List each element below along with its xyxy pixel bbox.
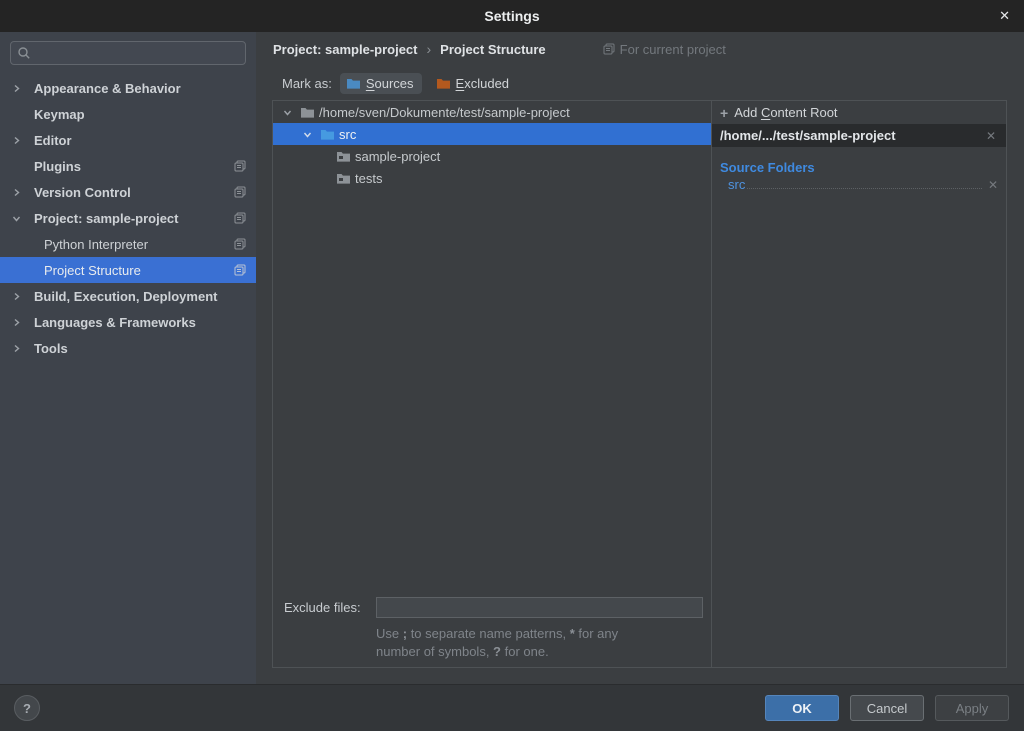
folder-icon xyxy=(335,148,351,164)
source-folder-row[interactable]: src ✕ xyxy=(712,177,1006,197)
chevron-down-icon[interactable] xyxy=(12,214,34,223)
chevron-right-icon[interactable] xyxy=(12,318,34,327)
breadcrumb-project[interactable]: Project: sample-project xyxy=(273,42,418,57)
chevron-right-icon[interactable] xyxy=(12,292,34,301)
tree-row-label: /home/sven/Dokumente/test/sample-project xyxy=(319,105,570,120)
main-content: Project: sample-project › Project Struct… xyxy=(256,32,1024,684)
sidebar-item-label: Tools xyxy=(34,341,68,356)
plus-icon: + xyxy=(720,105,728,121)
sidebar-item-label: Keymap xyxy=(34,107,85,122)
breadcrumb: Project: sample-project › Project Struct… xyxy=(256,32,1024,66)
exclude-files-section: Exclude files: Use ; to separate name pa… xyxy=(273,597,711,667)
remove-content-root-icon[interactable]: ✕ xyxy=(984,129,998,143)
folder-icon xyxy=(335,170,351,186)
per-project-settings-icon xyxy=(603,43,615,55)
close-icon[interactable]: ✕ xyxy=(995,0,1014,32)
mark-as-label: Mark as: xyxy=(282,76,332,91)
scope-indicator: For current project xyxy=(603,42,726,57)
project-structure-panel: /home/sven/Dokumente/test/sample-project… xyxy=(272,100,1007,668)
folder-icon xyxy=(299,104,315,120)
help-button[interactable]: ? xyxy=(14,695,40,721)
sidebar-item-tools[interactable]: Tools xyxy=(0,335,256,361)
source-folder-icon xyxy=(346,77,361,90)
mark-excluded-button[interactable]: Excluded xyxy=(430,73,517,94)
title-bar: Settings ✕ xyxy=(0,0,1024,32)
chevron-right-icon[interactable] xyxy=(12,188,34,197)
scope-label: For current project xyxy=(620,42,726,57)
per-project-settings-icon xyxy=(234,264,246,276)
settings-nav: Appearance & Behavior Keymap Editor Plug… xyxy=(0,75,256,361)
content-roots-pane: + Add Content Root /home/.../test/sample… xyxy=(712,101,1006,667)
tree-row-label: sample-project xyxy=(355,149,440,164)
sidebar-item-label: Plugins xyxy=(34,159,81,174)
chevron-right-icon[interactable] xyxy=(12,136,34,145)
tree-row-tests[interactable]: tests xyxy=(273,167,711,189)
sidebar-item-project-sample-project[interactable]: Project: sample-project xyxy=(0,205,256,231)
chevron-right-icon[interactable] xyxy=(12,84,34,93)
per-project-settings-icon xyxy=(234,160,246,172)
dialog-footer: ? OK Cancel Apply xyxy=(0,684,1024,731)
add-content-root-button[interactable]: + Add Content Root xyxy=(712,101,1006,124)
ok-button[interactable]: OK xyxy=(765,695,839,721)
apply-button[interactable]: Apply xyxy=(935,695,1009,721)
sidebar-item-keymap[interactable]: Keymap xyxy=(0,101,256,127)
per-project-settings-icon xyxy=(234,186,246,198)
tree-row-content-root[interactable]: /home/sven/Dokumente/test/sample-project xyxy=(273,101,711,123)
sidebar-item-version-control[interactable]: Version Control xyxy=(0,179,256,205)
sidebar-item-appearance-behavior[interactable]: Appearance & Behavior xyxy=(0,75,256,101)
cancel-button[interactable]: Cancel xyxy=(850,695,924,721)
dialog-title: Settings xyxy=(484,8,539,24)
dotted-leader xyxy=(747,188,982,189)
sidebar-item-label: Build, Execution, Deployment xyxy=(34,289,217,304)
sidebar-item-label: Appearance & Behavior xyxy=(34,81,181,96)
page-title: Project Structure xyxy=(440,42,545,57)
sidebar-item-python-interpreter[interactable]: Python Interpreter xyxy=(0,231,256,257)
excluded-folder-icon xyxy=(436,77,451,90)
per-project-settings-icon xyxy=(234,212,246,224)
exclude-files-hint: Use ; to separate name patterns, * for a… xyxy=(376,625,711,661)
settings-dialog: Settings ✕ Appearance & Behavior Keymap xyxy=(0,0,1024,731)
exclude-files-label: Exclude files: xyxy=(284,600,376,615)
tree-row-src[interactable]: src xyxy=(273,123,711,145)
chevron-right-icon[interactable] xyxy=(12,344,34,353)
chevron-down-icon[interactable] xyxy=(279,108,295,117)
sidebar-item-plugins[interactable]: Plugins xyxy=(0,153,256,179)
source-folder-icon xyxy=(319,126,335,142)
sidebar-item-label: Languages & Frameworks xyxy=(34,315,196,330)
sidebar-item-label: Python Interpreter xyxy=(44,237,148,252)
search-input[interactable] xyxy=(10,41,246,65)
source-folders-heading: Source Folders xyxy=(712,157,1006,177)
source-folder-name: src xyxy=(728,177,745,192)
sidebar-item-editor[interactable]: Editor xyxy=(0,127,256,153)
tree-row-label: tests xyxy=(355,171,382,186)
breadcrumb-separator-icon: › xyxy=(427,41,432,57)
sidebar-item-label: Editor xyxy=(34,133,72,148)
sidebar-item-label: Project: sample-project xyxy=(34,211,179,226)
mark-as-toolbar: Mark as: Sources Excluded xyxy=(256,66,1024,100)
content-root-row[interactable]: /home/.../test/sample-project ✕ xyxy=(712,124,1006,147)
exclude-files-input[interactable] xyxy=(376,597,703,618)
sidebar-item-languages-frameworks[interactable]: Languages & Frameworks xyxy=(0,309,256,335)
content-root-tree: /home/sven/Dokumente/test/sample-project… xyxy=(273,101,711,667)
sidebar-item-build-execution-deployment[interactable]: Build, Execution, Deployment xyxy=(0,283,256,309)
remove-source-folder-icon[interactable]: ✕ xyxy=(986,178,1000,192)
settings-sidebar: Appearance & Behavior Keymap Editor Plug… xyxy=(0,32,256,684)
search-icon xyxy=(17,46,31,60)
content-root-path: /home/.../test/sample-project xyxy=(720,128,984,143)
mark-sources-button[interactable]: Sources xyxy=(340,73,422,94)
tree-row-label: src xyxy=(339,127,356,142)
per-project-settings-icon xyxy=(234,238,246,250)
sidebar-item-project-structure[interactable]: Project Structure xyxy=(0,257,256,283)
tree-row-sample-project[interactable]: sample-project xyxy=(273,145,711,167)
chevron-down-icon[interactable] xyxy=(299,130,315,139)
sidebar-item-label: Project Structure xyxy=(44,263,141,278)
sidebar-item-label: Version Control xyxy=(34,185,131,200)
